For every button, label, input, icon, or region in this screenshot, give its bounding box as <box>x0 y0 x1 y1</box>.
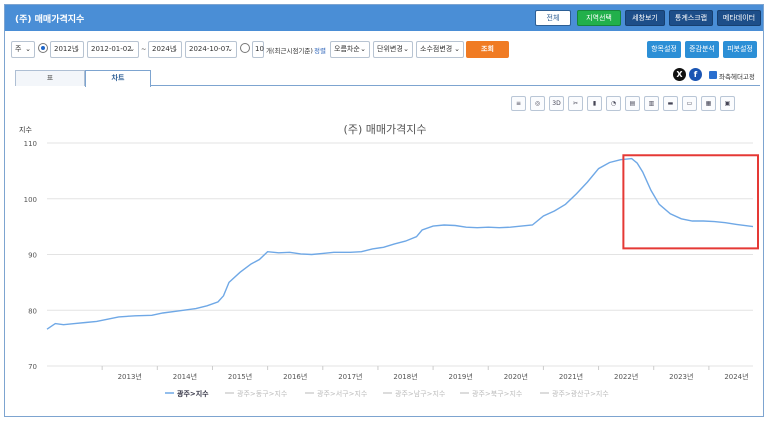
series-line-gwangju <box>46 157 754 330</box>
period-unit-select[interactable]: 주 ⌄ <box>11 41 35 58</box>
x-tick-label: 2022년 <box>614 372 638 381</box>
x-tick-label: 2018년 <box>393 372 417 381</box>
metadata-button[interactable]: 메타데이터 <box>717 10 761 26</box>
region-select-button[interactable]: 지역선택 <box>577 10 621 26</box>
grid <box>47 142 753 367</box>
3d-icon[interactable]: 3D <box>549 96 564 111</box>
tab-table[interactable]: 표 <box>15 70 85 86</box>
y-axis-label: 지수 <box>19 125 32 134</box>
range-separator: ~ <box>141 45 147 53</box>
page-title: (주) 매매가격지수 <box>15 15 85 25</box>
x-share-icon[interactable]: X <box>673 68 686 81</box>
title-bar: (주) 매매가격지수 전체 지역선택 세창보기 통계스크랩 메타데이터 <box>5 5 763 31</box>
y-axis: 70 80 90 100 110 <box>24 140 37 371</box>
decimal-change-value: 소수점변경 <box>420 45 453 53</box>
mixed-chart-icon[interactable]: ▦ <box>701 96 716 111</box>
x-tick-label: 2013년 <box>118 372 142 381</box>
hbar-chart-2-icon[interactable]: ▭ <box>682 96 697 111</box>
left-header-fixed-label: 좌측헤더고정 <box>719 73 755 81</box>
bar-chart-icon[interactable]: ▮ <box>587 96 602 111</box>
y-tick-label: 100 <box>24 196 37 204</box>
recent-count-input[interactable]: 10 <box>252 41 264 58</box>
end-date-value: 2024-10-07 <box>189 45 230 53</box>
x-tick-label: 2016년 <box>283 372 307 381</box>
legend-item[interactable]: 광주>동구>지수 <box>237 389 288 398</box>
list-icon[interactable]: ≡ <box>511 96 526 111</box>
pie-chart-icon[interactable]: ◔ <box>606 96 621 111</box>
unit-change-select[interactable]: 단위변경 ⌄ <box>373 41 413 58</box>
scissors-icon[interactable]: ✂ <box>568 96 583 111</box>
donut-icon[interactable]: ◎ <box>530 96 545 111</box>
y-tick-label: 90 <box>28 252 37 260</box>
query-toolbar: 주 ⌄ 2012년 ⌄ 2012-01-02 ⌄ ~ 2024년 ⌄ 2024-10-0… <box>5 35 763 59</box>
x-tick-label: 2023년 <box>669 372 693 381</box>
y-tick-label: 80 <box>28 307 37 315</box>
change-analysis-button[interactable]: 증감분석 <box>685 41 719 58</box>
x-tick-label: 2017년 <box>338 372 362 381</box>
legend-item[interactable]: 광주>광산구>지수 <box>552 389 609 398</box>
hbar-chart-icon[interactable]: ▬ <box>663 96 678 111</box>
end-date-select[interactable]: 2024-10-07 ⌄ <box>185 41 237 58</box>
item-settings-button[interactable]: 항목설정 <box>647 41 681 58</box>
y-tick-label: 70 <box>28 363 37 371</box>
chevron-down-icon: ⌄ <box>129 45 135 53</box>
order-select[interactable]: 오름차순 ⌄ <box>330 41 370 58</box>
start-date-select[interactable]: 2012-01-02 ⌄ <box>87 41 139 58</box>
x-axis: 2013년 2014년 2015년 2016년 2017년 2018년 2019년 2020년… <box>101 366 749 381</box>
stat-scrap-button[interactable]: 통계스크랩 <box>669 10 713 26</box>
chart-title: (주) 매매가격지수 <box>344 123 427 136</box>
x-tick-label: 2024년 <box>724 372 748 381</box>
chevron-down-icon: ⌄ <box>172 45 178 53</box>
recent-label: 개(최근시점기준) <box>266 47 313 55</box>
column-chart-icon[interactable]: ▥ <box>644 96 659 111</box>
x-tick-label: 2014년 <box>173 372 197 381</box>
save-icon[interactable]: ▣ <box>720 96 735 111</box>
x-tick-label: 2015년 <box>228 372 252 381</box>
recent-radio[interactable] <box>240 43 250 53</box>
chevron-down-icon: ⌄ <box>454 45 460 53</box>
chevron-down-icon: ⌄ <box>227 45 233 53</box>
chevron-down-icon: ⌄ <box>403 45 409 53</box>
start-date-value: 2012-01-02 <box>91 45 132 53</box>
all-button[interactable]: 전체 <box>535 10 571 26</box>
x-tick-label: 2021년 <box>559 372 583 381</box>
line-chart: (주) 매매가격지수 지수 708090100110 2013년 2014년 201… <box>19 123 759 398</box>
main-window: (주) 매매가격지수 전체 지역선택 세창보기 통계스크랩 메타데이터 주 ⌄ 2… <box>4 4 764 417</box>
stack-chart-icon[interactable]: ▤ <box>625 96 640 111</box>
start-year-select[interactable]: 2012년 ⌄ <box>50 41 84 58</box>
highlight-box <box>622 154 759 250</box>
legend: 광주>지수 광주>동구>지수 광주>서구>지수 광주>남구>지수 광주>북구>지수 광주>… <box>165 389 609 398</box>
view-tabs: 표 차트 <box>15 70 760 87</box>
tab-chart[interactable]: 차트 <box>85 70 151 87</box>
legend-item[interactable]: 광주>지수 <box>177 389 209 398</box>
unit-change-value: 단위변경 <box>377 45 403 53</box>
x-tick-label: 2020년 <box>504 372 528 381</box>
sort-label: 정렬 <box>314 47 326 55</box>
range-radio[interactable] <box>38 43 48 53</box>
chevron-down-icon: ⌄ <box>360 45 366 53</box>
chevron-down-icon: ⌄ <box>74 45 80 53</box>
left-header-fixed-checkbox[interactable] <box>709 71 717 79</box>
legend-item[interactable]: 광주>서구>지수 <box>317 389 368 398</box>
x-tick-label: 2019년 <box>449 372 473 381</box>
legend-item[interactable]: 광주>북구>지수 <box>472 389 523 398</box>
order-value: 오름차순 <box>334 45 360 53</box>
period-unit-value: 주 <box>15 45 22 53</box>
search-button[interactable]: 조회 <box>466 41 509 58</box>
y-tick-label: 110 <box>24 140 37 148</box>
end-year-select[interactable]: 2024년 ⌄ <box>148 41 182 58</box>
decimal-change-select[interactable]: 소수점변경 ⌄ <box>416 41 464 58</box>
new-window-button[interactable]: 세창보기 <box>625 10 665 26</box>
pivot-settings-button[interactable]: 피봇설정 <box>723 41 757 58</box>
legend-item[interactable]: 광주>남구>지수 <box>395 389 446 398</box>
facebook-share-icon[interactable]: f <box>689 68 702 81</box>
chevron-down-icon: ⌄ <box>25 45 31 53</box>
